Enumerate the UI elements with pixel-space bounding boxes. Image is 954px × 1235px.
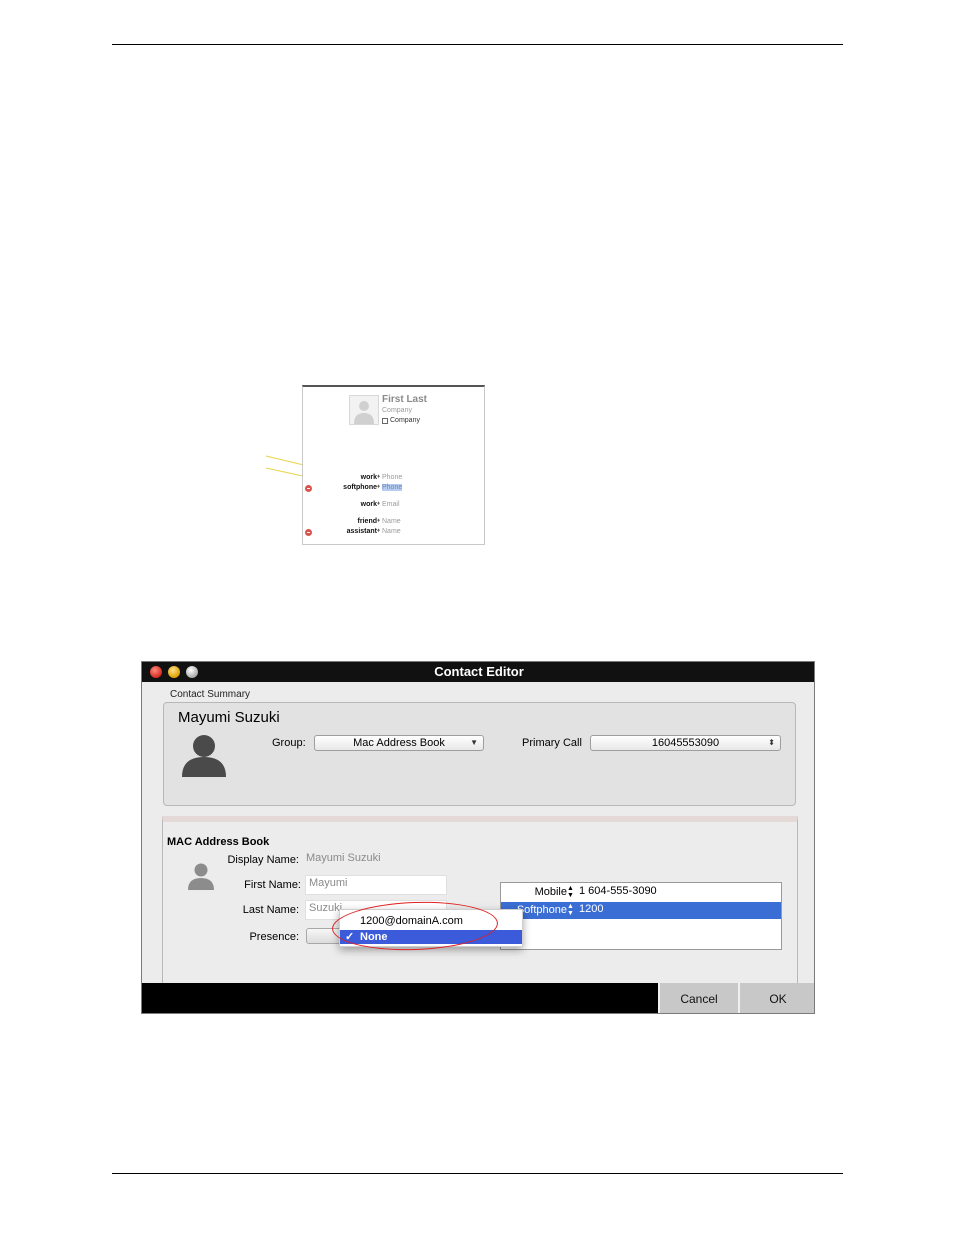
avatar-icon <box>182 735 226 777</box>
mac-address-book-panel: MAC Address Book Display Name: Mayumi Su… <box>162 816 798 984</box>
phone-number[interactable]: 1200 <box>579 903 603 915</box>
contact-name: Mayumi Suzuki <box>178 709 280 726</box>
stepper-icon[interactable]: ♦ <box>377 501 380 507</box>
header-rule <box>112 44 843 45</box>
last-name-label: Last Name: <box>242 904 299 916</box>
close-icon[interactable] <box>150 666 162 678</box>
remove-icon[interactable] <box>305 529 312 536</box>
up-down-arrow-icon[interactable]: ▲ ▼ <box>567 885 574 899</box>
primary-call-value: 16045553090 <box>651 737 720 749</box>
phone-row-mobile[interactable]: Mobile ▲ ▼ 1 604-555-3090 <box>501 884 781 901</box>
group-select-value: Mac Address Book <box>353 737 445 749</box>
group-label: Group: <box>272 737 306 749</box>
zoom-icon[interactable] <box>186 666 198 678</box>
row-label[interactable]: work <box>361 501 377 508</box>
address-book-card: First Last Company Company work ♦ Phone … <box>302 385 485 545</box>
presence-label: Presence: <box>249 931 299 943</box>
stepper-icon[interactable]: ♦ <box>377 518 380 524</box>
contact-summary-panel: Mayumi Suzuki Group: Mac Address Book ▼ … <box>163 702 796 806</box>
row-value[interactable]: Email <box>382 501 400 508</box>
window-title: Contact Editor <box>434 664 524 679</box>
window-title-bar: Contact Editor <box>142 662 814 682</box>
contact-summary-label: Contact Summary <box>170 689 251 700</box>
primary-call-label: Primary Call <box>522 737 582 749</box>
stepper-icon[interactable]: ♦ <box>377 484 380 490</box>
remove-icon[interactable] <box>305 485 312 492</box>
card-row-work-phone: work ♦ Phone <box>303 474 484 484</box>
row-label[interactable]: softphone <box>343 484 377 491</box>
row-value[interactable]: Name <box>382 528 401 535</box>
card-row-assistant: assistant ♦ Name <box>303 528 484 538</box>
footer-rule <box>112 1173 843 1174</box>
first-name-field[interactable]: Mayumi <box>305 875 447 895</box>
stepper-icon[interactable]: ♦ <box>377 474 380 480</box>
row-value[interactable]: Phone <box>382 474 402 481</box>
button-bar: Cancel OK <box>142 983 814 1013</box>
chevron-down-icon: ▼ <box>470 738 478 747</box>
row-label[interactable]: assistant <box>347 528 377 535</box>
phone-row-softphone[interactable]: Softphone ▲ ▼ 1200 <box>501 902 781 919</box>
card-row-friend: friend ♦ Name <box>303 518 484 528</box>
display-name-value: Mayumi Suzuki <box>306 852 381 864</box>
mac-address-book-title: MAC Address Book <box>167 836 270 848</box>
phone-type[interactable]: Mobile <box>535 886 567 898</box>
row-label[interactable]: friend <box>358 518 377 525</box>
display-name-label: Display Name: <box>227 854 299 866</box>
minimize-icon[interactable] <box>168 666 180 678</box>
company-checkbox[interactable]: Company <box>382 417 420 424</box>
card-company[interactable]: Company <box>382 407 412 414</box>
row-value[interactable]: Phone <box>382 484 403 491</box>
row-label[interactable]: work <box>361 474 377 481</box>
first-name-label: First Name: <box>244 879 301 891</box>
contact-photo-placeholder[interactable] <box>349 395 379 425</box>
group-select[interactable]: Mac Address Book ▼ <box>314 735 484 751</box>
checkbox-icon[interactable] <box>382 417 388 424</box>
card-row-softphone: softphone ♦ Phone <box>303 484 484 494</box>
phone-number[interactable]: 1 604-555-3090 <box>579 885 657 897</box>
cancel-button[interactable]: Cancel <box>658 983 738 1013</box>
contact-editor-window: Contact Editor Contact Summary Mayumi Su… <box>141 661 815 1014</box>
company-checkbox-label: Company <box>390 417 420 424</box>
phone-type[interactable]: Softphone <box>517 904 567 916</box>
ok-button[interactable]: OK <box>738 983 814 1013</box>
up-down-arrow-icon[interactable]: ▲ ▼ <box>567 903 574 917</box>
primary-call-select[interactable]: 16045553090 ⬍ <box>590 735 781 751</box>
row-value[interactable]: Name <box>382 518 401 525</box>
up-down-chevron-icon: ⬍ <box>768 738 775 747</box>
phone-list: Mobile ▲ ▼ 1 604-555-3090 Softphone ▲ ▼ 12… <box>500 882 782 950</box>
card-row-work-email: work ♦ Email <box>303 501 484 511</box>
card-name[interactable]: First Last <box>382 394 427 405</box>
stepper-icon[interactable]: ♦ <box>377 528 380 534</box>
